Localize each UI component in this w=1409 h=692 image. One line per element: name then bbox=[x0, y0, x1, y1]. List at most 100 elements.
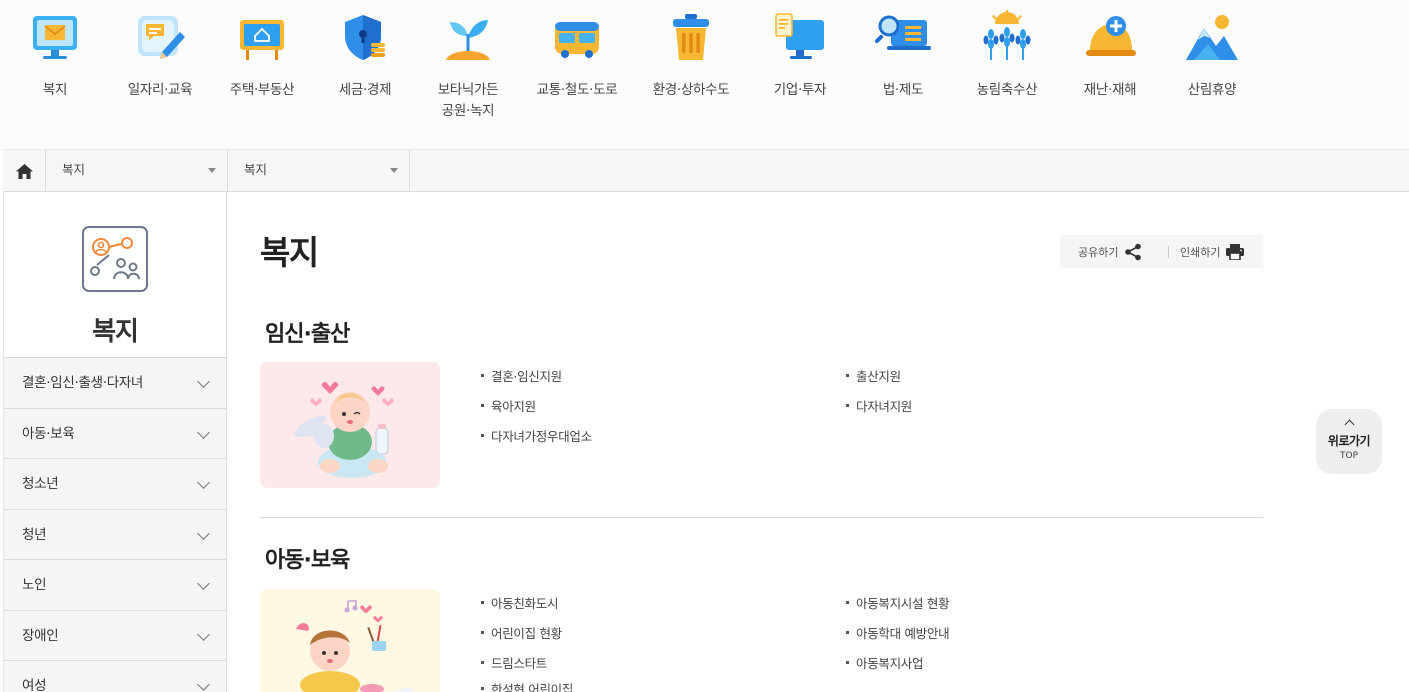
breadcrumb-level1-label: 복지 bbox=[62, 162, 86, 177]
link-child-welfare-facilities[interactable]: 아동복지시설 현황 bbox=[846, 593, 950, 612]
link-daycare-status[interactable]: 어린이집 현황 bbox=[481, 623, 562, 642]
sidebar-item-young-adults[interactable]: 청년 bbox=[4, 509, 226, 560]
caret-down-icon bbox=[208, 168, 216, 173]
scroll-top-label: 위로가기 bbox=[1327, 434, 1371, 448]
section-title-childcare: 아동·보육 bbox=[265, 548, 350, 573]
category-label: 법·제도 bbox=[882, 82, 924, 98]
print-label: 인쇄하기 bbox=[1180, 245, 1221, 259]
chevron-down-icon bbox=[197, 526, 210, 540]
sidebar-item-label: 결혼·임신·출생·다자녀 bbox=[22, 375, 144, 391]
category-label: 일자리·교육 bbox=[127, 82, 193, 98]
sidebar-item-seniors[interactable]: 노인 bbox=[4, 560, 226, 611]
category-transport[interactable]: 교통·철도·도로 bbox=[527, 10, 627, 101]
category-label: 교통·철도·도로 bbox=[536, 82, 618, 98]
category-welfare[interactable]: 복지 bbox=[5, 10, 105, 101]
category-label: 복지 bbox=[42, 82, 68, 98]
sidebar-item-disabled[interactable]: 장애인 bbox=[4, 610, 226, 661]
category-housing[interactable]: 주택·부동산 bbox=[212, 10, 312, 101]
sidebar-item-label: 청년 bbox=[22, 526, 47, 543]
baby-illustration bbox=[294, 382, 394, 478]
link-birth-support[interactable]: 출산지원 bbox=[846, 366, 901, 385]
wheat-sun-icon bbox=[983, 10, 1031, 60]
chevron-down-icon bbox=[197, 678, 210, 691]
tools-divider bbox=[1168, 246, 1169, 258]
section-title-pregnancy: 임신·출산 bbox=[265, 322, 350, 347]
shield-coin-icon bbox=[345, 15, 385, 60]
link-multichild-support[interactable]: 다자녀지원 bbox=[846, 396, 912, 415]
category-nav: 복지 일자리·교육 주택·부동산 세금·경제 보타닉가든 공원·녹지 교통·철도… bbox=[0, 0, 1409, 150]
sidebar-item-label: 노인 bbox=[22, 577, 47, 593]
breadcrumb-select-level1[interactable]: 복지 bbox=[46, 150, 228, 192]
category-business[interactable]: 기업·투자 bbox=[750, 10, 850, 101]
category-tax-economy[interactable]: 세금·경제 bbox=[315, 10, 415, 101]
home-icon bbox=[15, 163, 33, 179]
link-child-abuse-prevention[interactable]: 아동학대 예방안내 bbox=[846, 623, 950, 642]
category-label: 기업·투자 bbox=[773, 82, 827, 98]
mountain-icon bbox=[1186, 15, 1238, 60]
page-tools: 공유하기 인쇄하기 bbox=[1060, 235, 1263, 268]
scroll-top-button[interactable]: 위로가기 TOP bbox=[1316, 409, 1382, 474]
link-child-friendly-city[interactable]: 아동친화도시 bbox=[481, 593, 559, 612]
category-agriculture[interactable]: 농림축수산 bbox=[957, 10, 1057, 101]
sidebar-item-marriage-pregnancy[interactable]: 결혼·임신·출생·다자녀 bbox=[4, 358, 226, 409]
chevron-up-icon bbox=[1344, 419, 1354, 430]
link-dream-start[interactable]: 드림스타트 bbox=[481, 653, 547, 672]
helmet-cross-icon bbox=[1086, 16, 1136, 56]
welfare-people-icon bbox=[82, 226, 148, 292]
breadcrumb: 복지 복지 bbox=[3, 149, 1409, 192]
link-parenting-support[interactable]: 육아지원 bbox=[481, 396, 536, 415]
sprout-icon bbox=[446, 20, 490, 60]
trash-can-icon bbox=[673, 14, 709, 60]
sidebar-title: 복지 bbox=[92, 317, 139, 347]
sidebar-item-women[interactable]: 여성 bbox=[4, 661, 226, 692]
caret-down-icon bbox=[390, 168, 398, 173]
link-multichild-discount-shops[interactable]: 다자녀가정우대업소 bbox=[481, 426, 592, 445]
category-label: 재난·재해 bbox=[1083, 82, 1137, 98]
category-disaster[interactable]: 재난·재해 bbox=[1060, 10, 1160, 101]
section-divider bbox=[260, 517, 1263, 518]
print-icon bbox=[1226, 243, 1245, 260]
category-label: 보타닉가든 공원·녹지 bbox=[437, 82, 499, 119]
link-marriage-pregnancy-support[interactable]: 결혼·임신지원 bbox=[481, 366, 562, 385]
section-image-child-drawing bbox=[260, 589, 440, 692]
share-icon bbox=[1125, 243, 1142, 260]
share-label: 공유하기 bbox=[1078, 245, 1119, 259]
chevron-down-icon bbox=[197, 375, 210, 388]
scroll-top-sublabel: TOP bbox=[1339, 451, 1358, 461]
sidebar-header: 복지 bbox=[4, 192, 226, 358]
sidebar-item-childcare[interactable]: 아동·보육 bbox=[4, 408, 226, 459]
link-hanseong-daycare[interactable]: 한성현 어린이집 bbox=[481, 679, 573, 692]
sidebar-item-youth[interactable]: 청소년 bbox=[4, 459, 226, 510]
category-label: 농림축수산 bbox=[976, 82, 1038, 98]
category-label: 세금·경제 bbox=[338, 82, 392, 98]
main-content: 복지 공유하기 인쇄하기 임신·출산 결혼·임신지원 출산지원 육아지원 다자녀… bbox=[259, 192, 1263, 692]
chat-pencil-icon bbox=[138, 16, 185, 59]
breadcrumb-select-level2[interactable]: 복지 bbox=[228, 150, 410, 192]
chevron-down-icon bbox=[197, 627, 210, 641]
monitor-document-icon bbox=[775, 13, 824, 59]
sidebar-item-label: 여성 bbox=[22, 678, 47, 692]
sidebar-item-label: 청소년 bbox=[22, 476, 59, 492]
chevron-down-icon bbox=[197, 425, 210, 439]
category-jobs-education[interactable]: 일자리·교육 bbox=[110, 10, 210, 101]
share-button[interactable]: 공유하기 bbox=[1078, 235, 1142, 268]
sidebar: 복지 결혼·임신·출생·다자녀 아동·보육 청소년 청년 노인 장애인 여성 bbox=[3, 192, 227, 692]
magnifier-laptop-icon bbox=[874, 15, 931, 50]
link-child-welfare-program[interactable]: 아동복지사업 bbox=[846, 653, 924, 672]
section-image-baby bbox=[260, 362, 440, 488]
category-environment[interactable]: 환경·상하수도 bbox=[641, 10, 741, 101]
child-drawing-illustration bbox=[296, 600, 414, 692]
house-sign-icon bbox=[240, 20, 284, 60]
sidebar-item-label: 장애인 bbox=[22, 627, 59, 644]
chevron-down-icon bbox=[197, 577, 210, 590]
print-button[interactable]: 인쇄하기 bbox=[1180, 235, 1245, 268]
category-label: 주택·부동산 bbox=[229, 82, 295, 98]
breadcrumb-level2-label: 복지 bbox=[244, 162, 268, 177]
sidebar-item-label: 아동·보육 bbox=[22, 425, 75, 442]
category-forest[interactable]: 산림휴양 bbox=[1162, 10, 1262, 101]
breadcrumb-home[interactable] bbox=[3, 150, 46, 192]
category-label: 산림휴양 bbox=[1187, 82, 1237, 98]
category-parks[interactable]: 보타닉가든 공원·녹지 bbox=[418, 10, 518, 122]
category-law[interactable]: 법·제도 bbox=[853, 10, 953, 101]
monitor-mail-icon bbox=[33, 16, 77, 59]
